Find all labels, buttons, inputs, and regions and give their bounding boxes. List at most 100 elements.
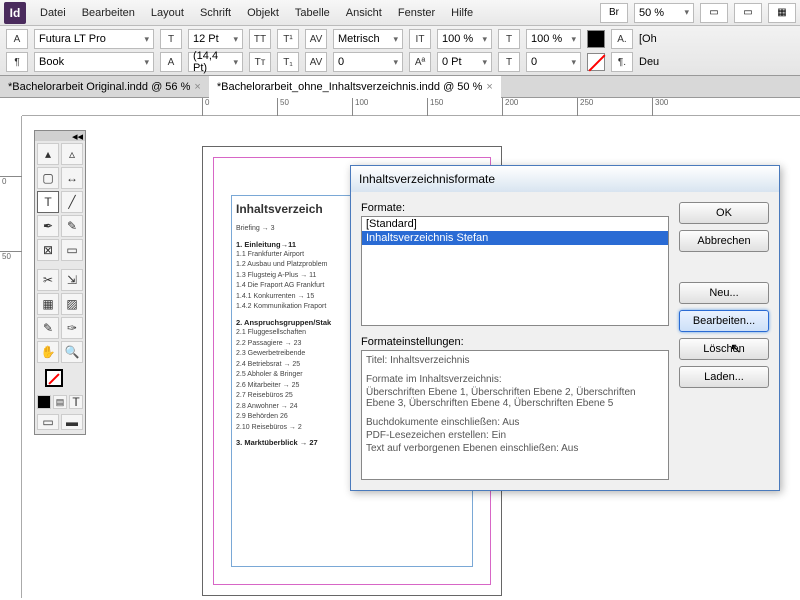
arrange-icon[interactable]: ▦ — [768, 3, 796, 23]
hscale-value: 100 % — [442, 33, 473, 45]
stroke-swatch[interactable] — [45, 369, 63, 387]
font-size-field[interactable]: 12 Pt — [188, 29, 243, 49]
settings-line: Formate im Inhaltsverzeichnis: — [366, 374, 664, 385]
close-icon[interactable]: × — [486, 81, 492, 93]
scissors-tool-icon[interactable]: ✂ — [37, 269, 59, 291]
rectangle-frame-tool-icon[interactable]: ⊠ — [37, 239, 59, 261]
menu-objekt[interactable]: Objekt — [239, 0, 287, 26]
delete-button[interactable]: Löschen — [679, 338, 769, 360]
char-format-icon[interactable]: A — [6, 29, 28, 49]
char-style-icon[interactable]: A. — [611, 29, 633, 49]
font-style-field[interactable]: Book — [34, 52, 154, 72]
subscript-icon[interactable]: T₁ — [277, 52, 299, 72]
zoom-tool-icon[interactable]: 🔍 — [61, 341, 83, 363]
menu-tabelle[interactable]: Tabelle — [287, 0, 338, 26]
menu-schrift[interactable]: Schrift — [192, 0, 239, 26]
direct-selection-tool-icon[interactable]: ▵ — [61, 143, 83, 165]
baseline-field[interactable]: 0 Pt — [437, 52, 492, 72]
menu-layout[interactable]: Layout — [143, 0, 192, 26]
font-family-field[interactable]: Futura LT Pro — [34, 29, 154, 49]
zoom-value: 50 % — [639, 7, 664, 19]
tool-panel[interactable]: ◂◂ ▴ ▵ ▢ ↔ T ╱ ✒ ✎ ⊠ ▭ ✂ ⇲ ▦ ▨ ✎ ✑ ✋ 🔍 T… — [34, 130, 86, 435]
page-tool-icon[interactable]: ▢ — [37, 167, 59, 189]
menu-hilfe[interactable]: Hilfe — [443, 0, 481, 26]
allcaps-icon[interactable]: TT — [249, 29, 271, 49]
pen-tool-icon[interactable]: ✒ — [37, 215, 59, 237]
preview-view-icon[interactable]: ▬ — [61, 414, 83, 430]
tracking-field[interactable]: Metrisch — [333, 29, 403, 49]
ruler-tick: 150 — [427, 98, 443, 116]
font-family-value: Futura LT Pro — [39, 33, 106, 45]
skew-field[interactable]: 0 — [526, 52, 581, 72]
formatting-affects-text-icon[interactable]: T — [69, 395, 83, 409]
kerning-field[interactable]: 0 — [333, 52, 403, 72]
ok-button[interactable]: OK — [679, 202, 769, 224]
selection-tool-icon[interactable]: ▴ — [37, 143, 59, 165]
fill-stroke-swatch[interactable]: T — [45, 369, 75, 393]
hand-tool-icon[interactable]: ✋ — [37, 341, 59, 363]
leading-field[interactable]: (14,4 Pt) — [188, 52, 243, 72]
settings-label: Formateinstellungen: — [361, 336, 669, 348]
smallcaps-icon[interactable]: Tᴛ — [249, 52, 271, 72]
menu-bearbeiten[interactable]: Bearbeiten — [74, 0, 143, 26]
apply-color-icon[interactable] — [37, 395, 51, 409]
close-icon[interactable]: × — [194, 81, 200, 93]
menubar: Id Datei Bearbeiten Layout Schrift Objek… — [0, 0, 800, 26]
view-mode-icon[interactable]: ▭ — [700, 3, 728, 23]
settings-line: Überschriften Ebene 1, Überschriften Ebe… — [366, 387, 664, 409]
tracking-icon: AV — [305, 29, 327, 49]
stroke-color-none[interactable] — [587, 53, 605, 71]
baseline-icon: Aª — [409, 52, 431, 72]
formats-listbox[interactable]: [Standard] Inhaltsverzeichnis Stefan — [361, 216, 669, 326]
zoom-level[interactable]: 50 % — [634, 3, 694, 23]
skew-value: 0 — [531, 56, 537, 68]
leading-value: (14,4 Pt) — [193, 50, 233, 74]
load-button[interactable]: Laden... — [679, 366, 769, 388]
type-tool-icon[interactable]: T — [37, 191, 59, 213]
apply-gradient-icon[interactable]: ▤ — [53, 395, 67, 409]
vscale-field[interactable]: 100 % — [526, 29, 581, 49]
gap-tool-icon[interactable]: ↔ — [61, 167, 83, 189]
list-item[interactable]: Inhaltsverzeichnis Stefan — [362, 231, 668, 245]
tracking-value: Metrisch — [338, 33, 380, 45]
fill-color[interactable] — [587, 30, 605, 48]
lang-value: Deu — [639, 56, 659, 68]
edit-button[interactable]: Bearbeiten... — [679, 310, 769, 332]
baseline-value: 0 Pt — [442, 56, 462, 68]
cancel-button[interactable]: Abbrechen — [679, 230, 769, 252]
note-tool-icon[interactable]: ✎ — [37, 317, 59, 339]
doc-tab-2[interactable]: *Bachelorarbeit_ohne_Inhaltsverzeichnis.… — [209, 76, 501, 98]
pencil-tool-icon[interactable]: ✎ — [61, 215, 83, 237]
doc-tab-2-label: *Bachelorarbeit_ohne_Inhaltsverzeichnis.… — [217, 81, 483, 93]
control-bar: A Futura LT Pro T 12 Pt TT T¹ AV Metrisc… — [0, 26, 800, 76]
kerning-icon: AV — [305, 52, 327, 72]
vertical-ruler[interactable]: 0 50 — [0, 116, 22, 598]
new-button[interactable]: Neu... — [679, 282, 769, 304]
hscale-field[interactable]: 100 % — [437, 29, 492, 49]
line-tool-icon[interactable]: ╱ — [61, 191, 83, 213]
menu-datei[interactable]: Datei — [32, 0, 74, 26]
ruler-tick: 300 — [652, 98, 668, 116]
horizontal-ruler[interactable]: 0 50 100 150 200 250 300 — [22, 98, 800, 116]
screen-mode-icon[interactable]: ▭ — [734, 3, 762, 23]
ruler-tick: 50 — [0, 251, 22, 261]
settings-box: Titel: Inhaltsverzeichnis Formate im Inh… — [361, 350, 669, 480]
eyedropper-tool-icon[interactable]: ✑ — [61, 317, 83, 339]
para-style-icon[interactable]: ¶. — [611, 52, 633, 72]
font-size-icon: T — [160, 29, 182, 49]
menu-fenster[interactable]: Fenster — [390, 0, 443, 26]
menu-ansicht[interactable]: Ansicht — [338, 0, 390, 26]
bridge-icon[interactable]: Br — [600, 3, 628, 23]
gradient-swatch-tool-icon[interactable]: ▦ — [37, 293, 59, 315]
ruler-tick: 50 — [277, 98, 289, 116]
normal-view-icon[interactable]: ▭ — [37, 414, 59, 430]
free-transform-tool-icon[interactable]: ⇲ — [61, 269, 83, 291]
rectangle-tool-icon[interactable]: ▭ — [61, 239, 83, 261]
gradient-feather-tool-icon[interactable]: ▨ — [61, 293, 83, 315]
superscript-icon[interactable]: T¹ — [277, 29, 299, 49]
list-item[interactable]: [Standard] — [362, 217, 668, 231]
ruler-tick: 100 — [352, 98, 368, 116]
doc-tab-1[interactable]: *Bachelorarbeit Original.indd @ 56 %× — [0, 76, 209, 98]
panel-grip[interactable]: ◂◂ — [35, 131, 85, 141]
para-format-icon[interactable]: ¶ — [6, 52, 28, 72]
